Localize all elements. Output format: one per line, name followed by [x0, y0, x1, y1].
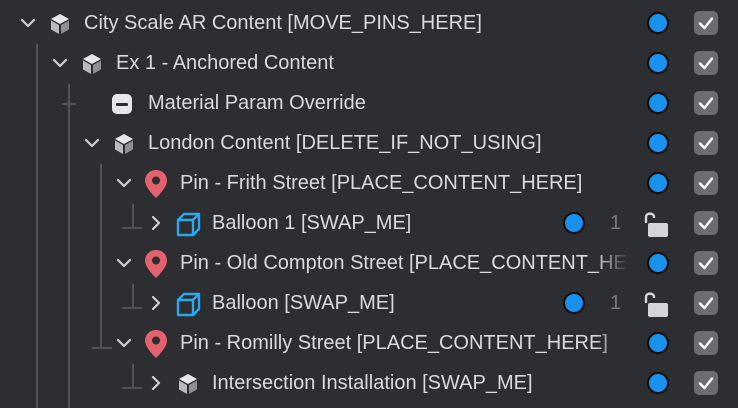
tree-row-label: Ex 1 - Anchored Content	[116, 52, 334, 74]
chevron-down-icon[interactable]	[114, 253, 134, 273]
chevron-down-icon[interactable]	[114, 173, 134, 193]
enabled-checkbox[interactable]	[694, 11, 718, 35]
mesh-cube-icon	[176, 292, 201, 317]
visibility-dot[interactable]	[649, 134, 667, 152]
visibility-dot[interactable]	[649, 54, 667, 72]
enabled-checkbox[interactable]	[694, 371, 718, 395]
label-fade	[595, 163, 635, 203]
checkmark-icon	[698, 217, 714, 230]
enabled-checkbox[interactable]	[694, 91, 718, 115]
checkmark-icon	[698, 17, 714, 30]
visibility-dot[interactable]	[565, 214, 583, 232]
chevron-right-icon[interactable]	[146, 213, 166, 233]
mesh-cube-icon	[176, 212, 201, 237]
checkmark-icon	[698, 297, 714, 310]
tree-row-label: Material Param Override	[148, 92, 366, 114]
tree-row[interactable]: Balloon [SWAP_ME] 1	[0, 283, 738, 323]
enabled-checkbox[interactable]	[694, 131, 718, 155]
tree-row[interactable]: Pin - Romilly Street [PLACE_CONTENT_HERE…	[0, 323, 738, 363]
checkmark-icon	[698, 97, 714, 110]
visibility-dot[interactable]	[649, 94, 667, 112]
visibility-dot[interactable]	[649, 14, 667, 32]
chevron-right-icon[interactable]	[146, 373, 166, 393]
tree-row[interactable]: Balloon 1 [SWAP_ME] 1	[0, 203, 738, 243]
material-override-icon	[112, 94, 132, 114]
tree-row-label: Pin - Old Compton Street [PLACE_CONTENT_…	[180, 252, 635, 274]
chevron-down-icon[interactable]	[82, 133, 102, 153]
tree-row[interactable]: Pin - Old Compton Street [PLACE_CONTENT_…	[0, 243, 738, 283]
checkmark-icon	[698, 57, 714, 70]
chevron-down-icon[interactable]	[114, 333, 134, 353]
tree-row[interactable]: Ex 1 - Anchored Content	[0, 43, 738, 83]
tree-row-label: Pin - Frith Street [PLACE_CONTENT_HERE]	[180, 172, 583, 194]
map-pin-icon	[145, 170, 167, 198]
enabled-checkbox[interactable]	[694, 211, 718, 235]
checkmark-icon	[698, 257, 714, 270]
lock-open-icon[interactable]	[640, 289, 672, 319]
group-icon	[179, 374, 197, 394]
visibility-dot[interactable]	[649, 174, 667, 192]
map-pin-icon	[145, 250, 167, 278]
enabled-checkbox[interactable]	[694, 291, 718, 315]
visibility-dot[interactable]	[649, 334, 667, 352]
tree-row-label: London Content [DELETE_IF_NOT_USING]	[148, 132, 542, 154]
chevron-right-icon[interactable]	[146, 293, 166, 313]
lock-open-icon[interactable]	[640, 209, 672, 239]
tree-row[interactable]: Material Param Override	[0, 83, 738, 123]
group-icon	[83, 54, 101, 74]
checkmark-icon	[698, 377, 714, 390]
visibility-dot[interactable]	[565, 294, 583, 312]
tree-row[interactable]: Pin - Frith Street [PLACE_CONTENT_HERE]	[0, 163, 738, 203]
label-fade	[595, 323, 635, 363]
tree-row[interactable]: London Content [DELETE_IF_NOT_USING]	[0, 123, 738, 163]
tree-row[interactable]: City Scale AR Content [MOVE_PINS_HERE]	[0, 3, 738, 43]
tree-row-label: Balloon 1 [SWAP_ME]	[212, 212, 412, 234]
tree-row[interactable]: Intersection Installation [SWAP_ME]	[0, 363, 738, 403]
tree-row-label: Intersection Installation [SWAP_ME]	[212, 372, 533, 394]
chevron-down-icon[interactable]	[50, 53, 70, 73]
chevron-down-icon[interactable]	[18, 13, 38, 33]
checkmark-icon	[698, 137, 714, 150]
visibility-dot[interactable]	[649, 254, 667, 272]
label-fade	[580, 3, 640, 43]
scene-hierarchy-panel: City Scale AR Content [MOVE_PINS_HERE] E…	[0, 0, 738, 408]
group-icon	[115, 134, 133, 154]
enabled-checkbox[interactable]	[694, 171, 718, 195]
checkmark-icon	[698, 177, 714, 190]
instance-count: 1	[610, 292, 622, 314]
map-pin-icon	[145, 330, 167, 358]
group-icon	[51, 14, 69, 34]
tree-row-label: City Scale AR Content [MOVE_PINS_HERE]	[84, 12, 482, 34]
tree-row-label: Balloon [SWAP_ME]	[212, 292, 395, 314]
enabled-checkbox[interactable]	[694, 51, 718, 75]
tree-row-label: Pin - Romilly Street [PLACE_CONTENT_HERE…	[180, 332, 608, 354]
enabled-checkbox[interactable]	[694, 331, 718, 355]
enabled-checkbox[interactable]	[694, 251, 718, 275]
instance-count: 1	[610, 212, 622, 234]
label-fade	[595, 243, 635, 283]
visibility-dot[interactable]	[649, 374, 667, 392]
checkmark-icon	[698, 337, 714, 350]
